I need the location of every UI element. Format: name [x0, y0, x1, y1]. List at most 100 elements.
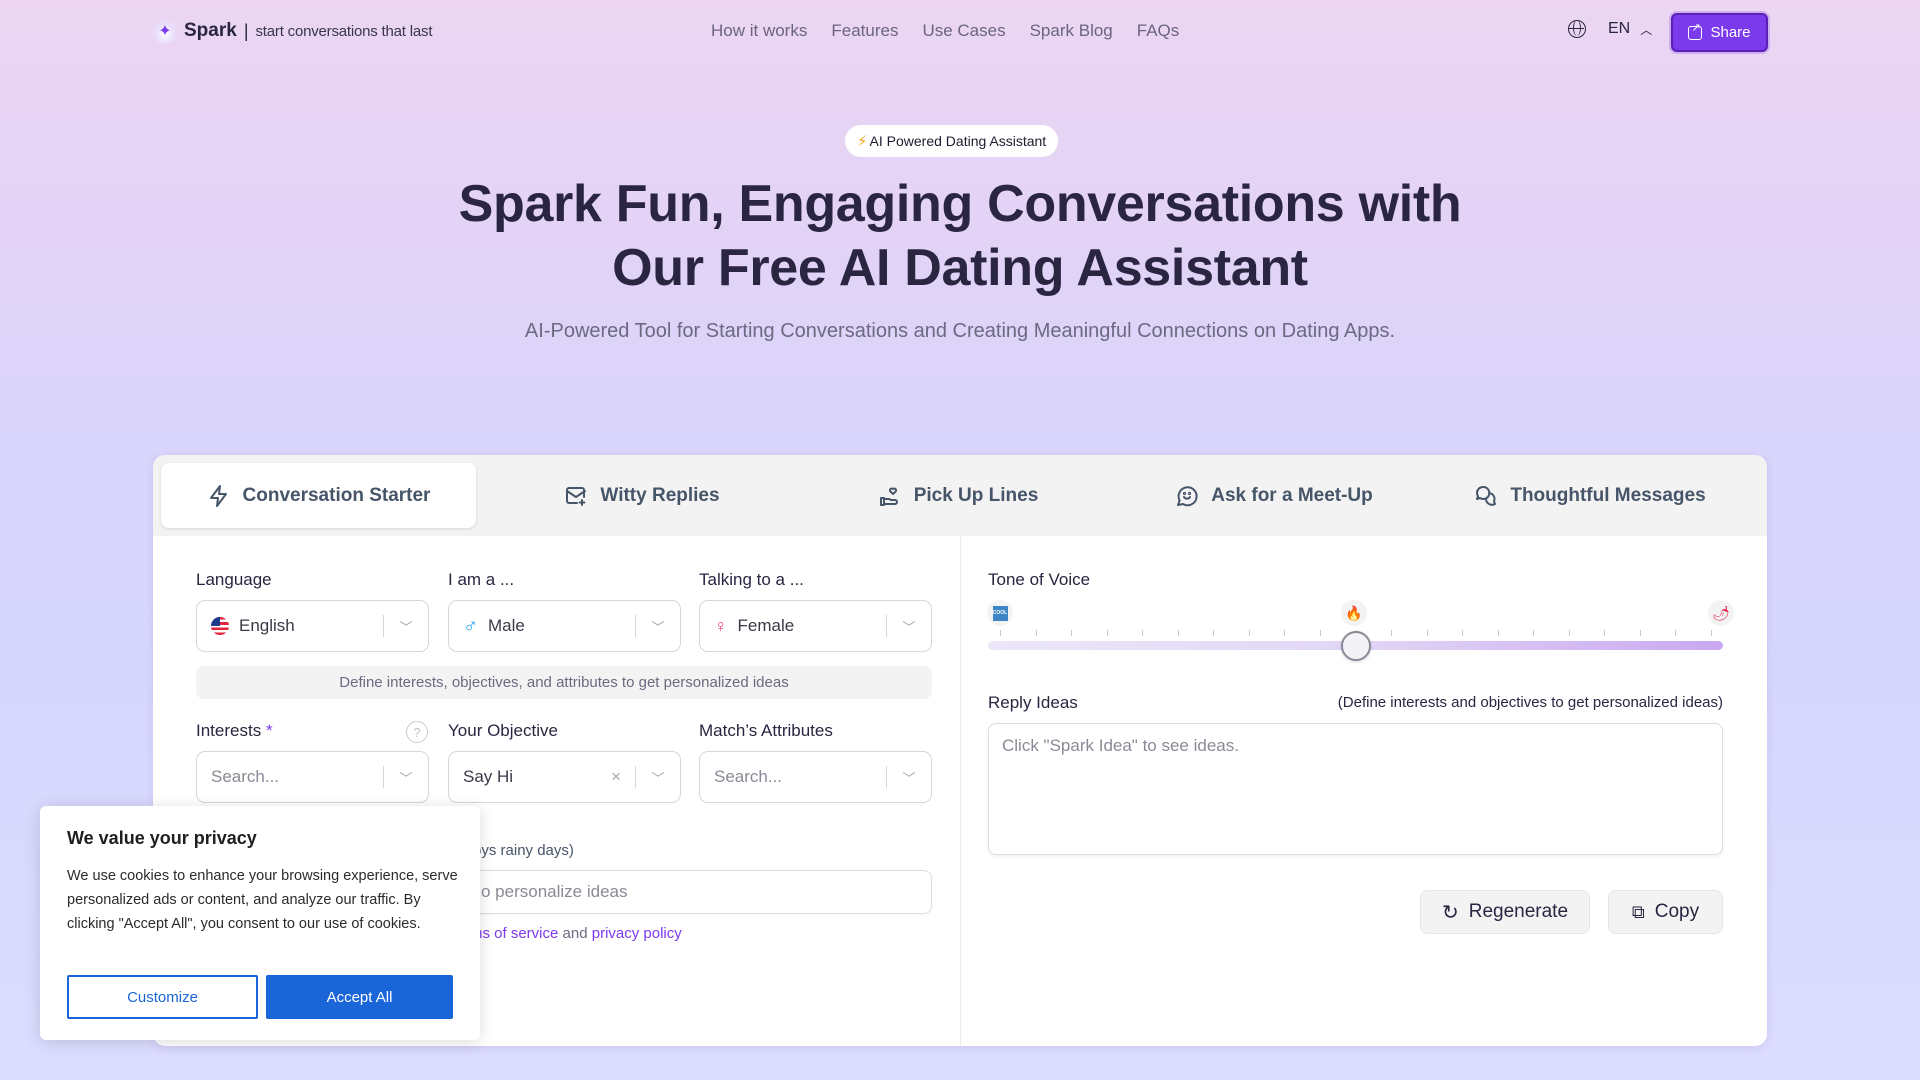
- language-switcher[interactable]: EN ︿: [1568, 20, 1652, 38]
- objective-value: Say Hi: [463, 767, 514, 786]
- slider-tick: [1675, 630, 1677, 636]
- slider-tick: [1391, 630, 1393, 636]
- slider-tick: [1035, 630, 1037, 636]
- talking-to-label: Talking to a ...: [699, 570, 804, 589]
- reply-ideas-box[interactable]: Click "Spark Idea" to see ideas.: [988, 723, 1723, 855]
- iam-select[interactable]: ♂ Male ﹀: [448, 600, 681, 652]
- chat-smile-icon: [1177, 485, 1198, 506]
- talking-to-select[interactable]: ♀ Female ﹀: [699, 600, 932, 652]
- title-line-2: Our Free AI Dating Assistant: [612, 239, 1308, 297]
- hero-subtitle: AI-Powered Tool for Starting Conversatio…: [524, 320, 1396, 342]
- tab-label: Conversation Starter: [242, 484, 431, 506]
- globe-icon: [1568, 20, 1586, 38]
- objective-select[interactable]: Say Hi × ﹀: [448, 751, 681, 803]
- terms-of-service-link[interactable]: ms of service: [470, 925, 558, 942]
- slider-tick: [1426, 630, 1428, 636]
- brand-separator: |: [243, 20, 249, 41]
- title-line-1: Spark Fun, Engaging Conversations with: [458, 175, 1462, 233]
- tab-ask-meet-up[interactable]: Ask for a Meet-Up: [1124, 463, 1424, 528]
- slider-tick: [1106, 630, 1108, 636]
- privacy-policy-link[interactable]: privacy policy: [592, 925, 682, 942]
- external-link-icon: [1688, 21, 1703, 40]
- slider-tick: [1497, 630, 1499, 636]
- match-attributes-select[interactable]: Search... ﹀: [699, 751, 932, 803]
- nav-link-features[interactable]: Features: [831, 21, 898, 41]
- required-mark: *: [265, 721, 273, 740]
- language-code: EN: [1608, 20, 1631, 37]
- customize-button[interactable]: Customize: [67, 975, 258, 1019]
- language-label: Language: [196, 570, 272, 589]
- tab-conversation-starter[interactable]: Conversation Starter: [161, 463, 476, 528]
- copy-label: Copy: [1654, 901, 1700, 922]
- brand-logo[interactable]: ✦ Spark | start conversations that last: [152, 18, 432, 44]
- hand-heart-icon: [879, 487, 898, 506]
- chevron-up-icon: ︿: [1640, 22, 1653, 37]
- copy-icon: ⧉: [1631, 901, 1645, 922]
- mail-reply-icon: [566, 486, 587, 506]
- us-flag-icon: [211, 617, 229, 635]
- copy-button[interactable]: ⧉ Copy: [1608, 890, 1723, 934]
- iam-label: I am a ...: [448, 570, 515, 589]
- chili-icon[interactable]: 🌶: [1708, 600, 1734, 626]
- tone-of-voice-label: Tone of Voice: [988, 570, 1091, 589]
- chevron-down-icon: ﹀: [399, 619, 413, 635]
- spark-logo-icon: ✦: [152, 18, 178, 44]
- iam-value: Male: [488, 616, 525, 635]
- language-select[interactable]: English ﹀: [196, 600, 429, 652]
- interests-select[interactable]: Search... ﹀: [196, 751, 429, 803]
- slider-tick: [1213, 630, 1215, 636]
- chevron-down-icon: ﹀: [651, 619, 665, 635]
- tab-label: Witty Replies: [600, 484, 720, 506]
- slider-tick: [1071, 630, 1073, 636]
- cookie-title: We value your privacy: [67, 828, 257, 848]
- clear-icon[interactable]: ×: [611, 767, 621, 787]
- tab-label: Ask for a Meet-Up: [1211, 484, 1373, 506]
- share-button[interactable]: Share: [1671, 13, 1768, 52]
- slider-tick: [1000, 630, 1001, 636]
- tone-slider-thumb[interactable]: [1340, 631, 1371, 661]
- slider-tick: [1142, 630, 1144, 636]
- slider-tick: [1639, 630, 1641, 636]
- tab-witty-replies[interactable]: Witty Replies: [492, 463, 792, 528]
- tab-label: Pick Up Lines: [913, 484, 1039, 506]
- nav-link-how-it-works[interactable]: How it works: [711, 21, 807, 41]
- accept-all-button[interactable]: Accept All: [266, 975, 453, 1019]
- reply-ideas-hint: (Define interests and objectives to get …: [1337, 694, 1723, 711]
- female-icon: ♀: [714, 615, 728, 636]
- refresh-icon: ↻: [1441, 901, 1459, 924]
- interests-label-text: Interests: [196, 721, 262, 740]
- page-title: Spark Fun, Engaging Conversations with O…: [0, 172, 1920, 300]
- column-divider: [960, 536, 961, 1046]
- nav-link-use-cases[interactable]: Use Cases: [922, 21, 1005, 41]
- slider-tick: [1462, 630, 1464, 636]
- reply-ideas-label: Reply Ideas: [988, 693, 1078, 712]
- slider-tick: [1177, 630, 1179, 636]
- share-button-label: Share: [1710, 24, 1751, 41]
- nav-links: How it works Features Use Cases Spark Bl…: [711, 21, 1179, 41]
- slider-tick: [1533, 630, 1535, 636]
- chevron-down-icon: ﹀: [902, 770, 916, 786]
- tab-label: Thoughtful Messages: [1510, 484, 1706, 506]
- tab-thoughtful-messages[interactable]: Thoughtful Messages: [1440, 463, 1740, 528]
- hero-badge-text: AI Powered Dating Assistant: [869, 133, 1047, 149]
- hero-badge: ⚡ AI Powered Dating Assistant: [845, 125, 1059, 157]
- fire-icon[interactable]: 🔥: [1341, 600, 1367, 626]
- nav-link-blog[interactable]: Spark Blog: [1030, 21, 1113, 41]
- chevron-down-icon: ﹀: [902, 619, 916, 635]
- cookie-banner: We value your privacy We use cookies to …: [40, 806, 480, 1040]
- regenerate-button[interactable]: ↻ Regenerate: [1420, 890, 1590, 934]
- chevron-down-icon: ﹀: [651, 770, 665, 786]
- help-icon[interactable]: ?: [406, 721, 428, 743]
- slider-tick: [1568, 630, 1570, 636]
- bolt-icon: [209, 484, 227, 507]
- slider-tick: [1319, 630, 1321, 636]
- terms-notice: ms of service and privacy policy: [470, 925, 682, 942]
- objective-label: Your Objective: [448, 721, 558, 740]
- nav-link-faqs[interactable]: FAQs: [1137, 21, 1180, 41]
- tab-pick-up-lines[interactable]: Pick Up Lines: [808, 463, 1108, 528]
- cool-icon[interactable]: COOL: [987, 600, 1013, 626]
- brand-name: Spark: [184, 20, 237, 41]
- cookie-body: We use cookies to enhance your browsing …: [67, 868, 458, 932]
- slider-tick: [1604, 630, 1606, 636]
- slider-tick: [1711, 630, 1712, 636]
